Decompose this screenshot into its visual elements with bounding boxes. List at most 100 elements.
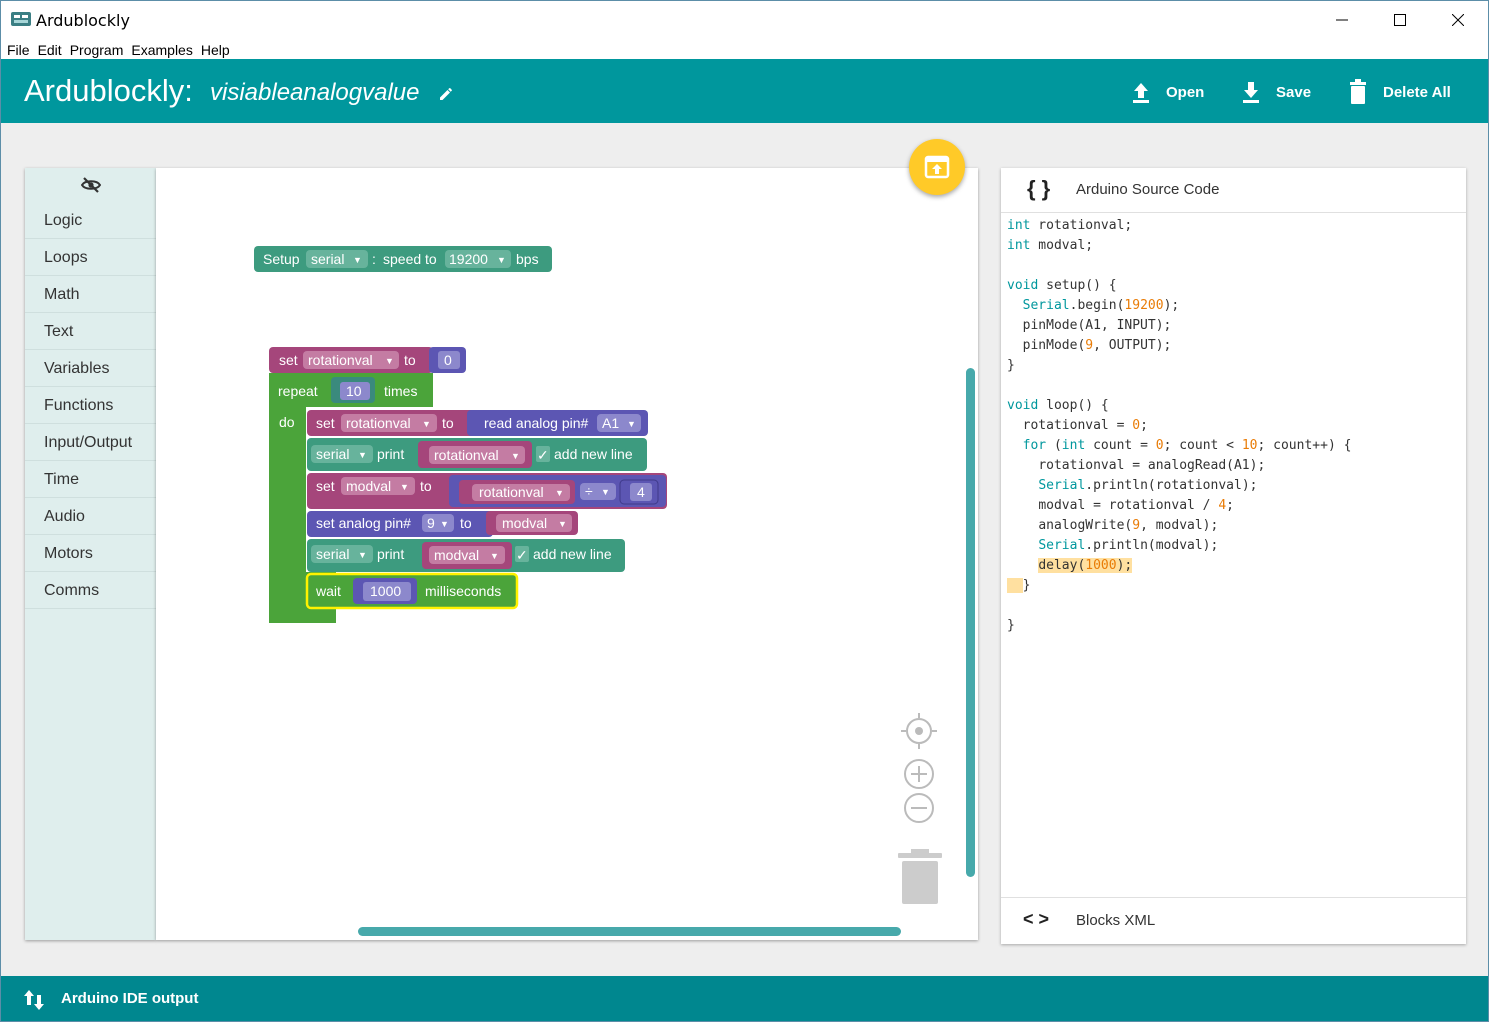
code-braces-icon: { } [1027,176,1051,201]
set-analog-label: set analog pin# [316,515,411,531]
chevron-down-icon: ▼ [555,488,564,498]
brand-title: Ardublockly: [24,73,193,108]
toolbox-logic[interactable]: Logic [25,202,156,239]
toolbox-functions[interactable]: Functions [25,387,156,424]
serial-print-modval-block[interactable]: serial ▼ print modval ▼ ✓ add new line [307,539,625,572]
variable-dropdown[interactable]: rotationval [434,447,499,463]
workspace-trash-icon[interactable] [898,849,942,904]
menu-examples[interactable]: Examples [131,39,192,59]
trash-icon [1350,79,1366,104]
app-window: Ardublockly File Edit Program Examples H… [0,0,1489,1022]
blocks-xml-label: Blocks XML [1076,912,1156,929]
serial-print-rotationval-block[interactable]: serial ▼ print rotationval ▼ ✓ add new l… [307,438,647,471]
milliseconds-label: milliseconds [425,583,501,599]
toolbox-loops[interactable]: Loops [25,239,156,276]
number-field[interactable]: 4 [637,484,645,500]
open-label: Open [1166,83,1205,101]
zoom-out-icon[interactable] [904,793,934,823]
times-label: times [384,383,417,399]
chevron-down-icon: ▼ [358,550,367,560]
toolbox-math[interactable]: Math [25,276,156,313]
maximize-button[interactable] [1371,1,1429,39]
minimize-button[interactable] [1313,1,1371,39]
do-label: do [279,414,295,430]
variable-dropdown[interactable]: rotationval [308,352,373,368]
set-modval-block[interactable]: set modval ▼ to rotationval ▼ ÷ ▼ 4 [307,473,667,509]
number-field[interactable]: 0 [444,352,452,368]
recenter-icon[interactable] [901,713,937,749]
menu-file[interactable]: File [7,39,30,59]
toolbox-text[interactable]: Text [25,313,156,350]
chevron-down-icon: ▼ [558,519,567,529]
to-label: to [442,415,454,431]
maximize-icon [1394,14,1406,26]
analog-write-block[interactable]: set analog pin# 9 ▼ to modval ▼ [307,511,578,537]
repeat-label: repeat [278,383,318,399]
menu-program[interactable]: Program [70,39,124,59]
ide-output-bar[interactable]: Arduino IDE output [1,976,1488,1021]
print-label: print [377,546,404,562]
operator-dropdown[interactable]: ÷ [585,483,593,499]
chevron-down-icon: ▼ [400,482,409,492]
set-rotationval-block[interactable]: set rotationval ▼ to 0 [269,347,466,373]
toolbox-visibility-toggle[interactable] [25,168,156,202]
horizontal-scrollbar[interactable] [358,927,901,936]
analog-pin-dropdown[interactable]: A1 [602,415,619,431]
chevron-down-icon: ▼ [601,487,610,497]
variable-dropdown[interactable]: modval [502,515,547,531]
chevron-down-icon: ▼ [497,255,506,265]
expand-workspace-button[interactable] [909,139,965,195]
open-button[interactable]: Open [1130,77,1204,107]
wait-block[interactable]: wait 1000 milliseconds [305,572,519,610]
blockly-workspace[interactable]: Setup serial ▼ : speed to 19200 ▼ bps se… [156,168,978,940]
close-button[interactable] [1429,1,1487,39]
set-label: set [279,352,298,368]
variable-dropdown[interactable]: rotationval [479,484,544,500]
menu-edit[interactable]: Edit [38,39,62,59]
toolbox-variables[interactable]: Variables [25,350,156,387]
variable-dropdown[interactable]: modval [434,547,479,563]
upload-icon [1133,83,1149,103]
save-button[interactable]: Save [1240,77,1311,107]
toolbox-time[interactable]: Time [25,461,156,498]
close-icon [1452,14,1464,26]
variable-dropdown[interactable]: modval [346,478,391,494]
set-label: set [316,415,335,431]
chevron-down-icon: ▼ [358,450,367,460]
code-panel-header[interactable]: { } Arduino Source Code [1001,168,1466,213]
setup-speed-label: speed to [383,251,437,267]
setup-serial-block[interactable]: Setup serial ▼ : speed to 19200 ▼ bps [254,246,552,272]
add-new-line-label: add new line [554,446,633,462]
setup-port-dropdown[interactable]: serial [311,251,344,267]
delete-all-button[interactable]: Delete All [1347,77,1451,107]
to-label: to [460,515,472,531]
minimize-icon [1336,19,1348,21]
newline-checkbox[interactable]: ✓ [516,547,528,563]
set-rotationval-analog-block[interactable]: set rotationval ▼ to read analog pin# A1… [307,410,648,436]
repeat-count-field[interactable]: 10 [346,383,362,399]
serial-port-dropdown[interactable]: serial [316,546,349,562]
toolbox-input-output[interactable]: Input/Output [25,424,156,461]
edit-pencil-icon[interactable] [438,86,454,102]
app-header: Ardublockly: visiableanalogvalue Open Sa… [1,59,1488,123]
sketch-name[interactable]: visiableanalogvalue [210,79,419,107]
newline-checkbox[interactable]: ✓ [537,447,549,463]
block-toolbox: Logic Loops Math Text Variables Function… [25,168,156,940]
variable-dropdown[interactable]: rotationval [346,415,411,431]
blocks-xml-tab[interactable]: < > Blocks XML [1001,897,1466,944]
setup-speed-dropdown[interactable]: 19200 [449,251,488,267]
toolbox-motors[interactable]: Motors [25,535,156,572]
serial-port-dropdown[interactable]: serial [316,446,349,462]
menu-help[interactable]: Help [201,39,230,59]
delete-all-label: Delete All [1383,83,1451,101]
toolbox-audio[interactable]: Audio [25,498,156,535]
pin-dropdown[interactable]: 9 [427,515,435,531]
vertical-scrollbar[interactable] [966,368,975,877]
wait-ms-field[interactable]: 1000 [370,583,401,599]
read-analog-label: read analog pin# [484,415,589,431]
swap-vertical-icon [24,990,44,1010]
setup-label: Setup [263,251,300,267]
zoom-in-icon[interactable] [904,759,934,789]
wait-label: wait [315,583,341,599]
toolbox-comms[interactable]: Comms [25,572,156,609]
